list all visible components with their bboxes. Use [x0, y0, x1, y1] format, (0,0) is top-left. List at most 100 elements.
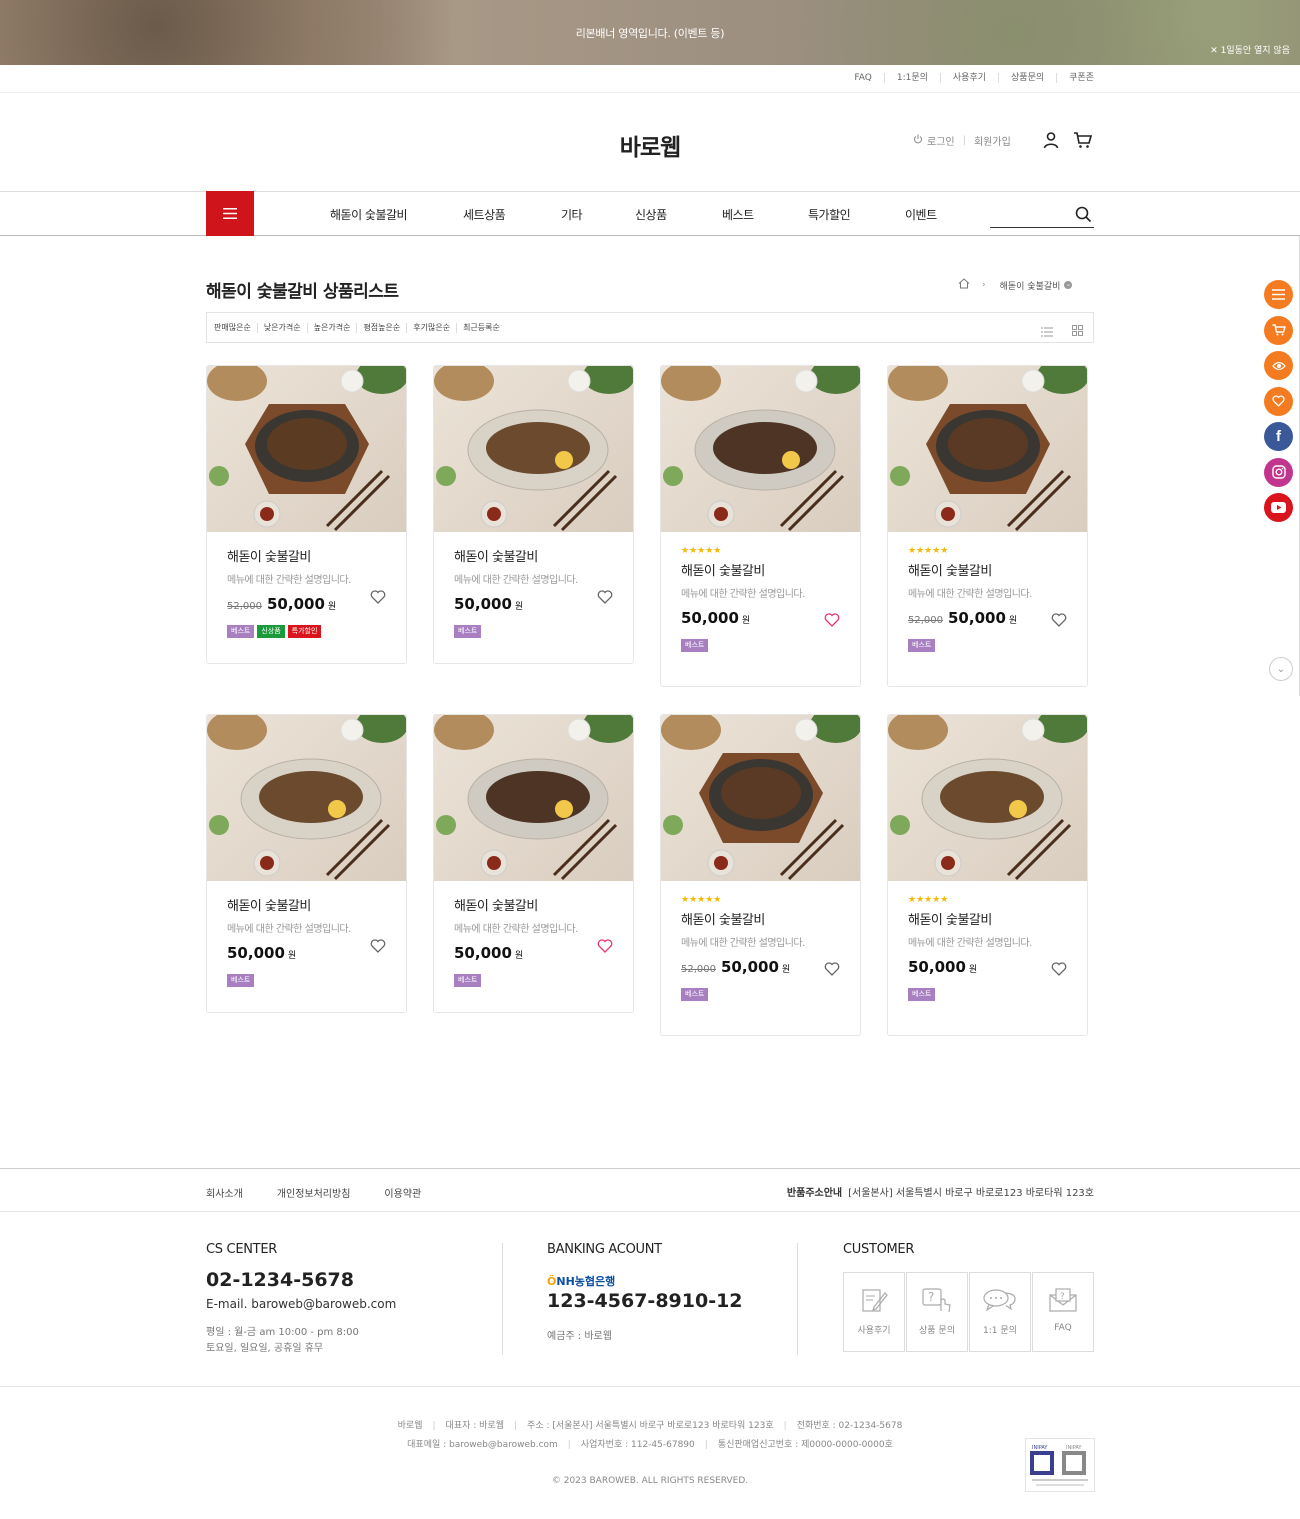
- product-card[interactable]: ★★★★★ 해돋이 숯불갈비 메뉴에 대한 간략한 설명입니다. 50,000 …: [660, 365, 861, 687]
- product-card[interactable]: 해돋이 숯불갈비 메뉴에 대한 간략한 설명입니다. 50,000 원 베스트: [433, 365, 634, 664]
- product-name[interactable]: 해돋이 숯불갈비: [908, 560, 1067, 579]
- product-image[interactable]: [888, 715, 1087, 881]
- scroll-down-button[interactable]: ⌄: [1269, 657, 1293, 681]
- product-image[interactable]: [434, 366, 633, 532]
- heart-icon[interactable]: [1051, 961, 1067, 976]
- heart-icon[interactable]: [597, 938, 613, 953]
- heart-icon[interactable]: [1051, 612, 1067, 627]
- sort-option[interactable]: 최근등록순: [456, 323, 506, 333]
- user-icon[interactable]: [1042, 131, 1062, 151]
- product-badge: 베스트: [454, 625, 482, 638]
- product-name[interactable]: 해돋이 숯불갈비: [908, 909, 1067, 928]
- sort-option[interactable]: 낮은가격순: [256, 323, 307, 333]
- customer-reviews-button[interactable]: 사용후기: [843, 1272, 905, 1352]
- quick-instagram-button[interactable]: [1264, 457, 1293, 487]
- product-info: 해돋이 숯불갈비 메뉴에 대한 간략한 설명입니다. 50,000 원 베스트: [207, 881, 406, 1012]
- currency-label: 원: [514, 951, 524, 961]
- sort-option[interactable]: 높은가격순: [306, 323, 357, 333]
- product-card[interactable]: 해돋이 숯불갈비 메뉴에 대한 간략한 설명입니다. 50,000 원 베스트: [433, 714, 634, 1013]
- nav-item-galbi[interactable]: 해돋이 숯불갈비: [330, 206, 408, 223]
- product-name[interactable]: 해돋이 숯불갈비: [227, 546, 386, 565]
- quick-eye-button[interactable]: [1264, 351, 1293, 380]
- heart-icon[interactable]: [824, 612, 840, 627]
- nav-item-etc[interactable]: 기타: [561, 206, 583, 223]
- list-icon: [1272, 289, 1285, 300]
- address: 주소 : [서울본사] 서울특별시 바로구 바로로123 바로타워 123호: [527, 1421, 774, 1431]
- nav-item-set[interactable]: 세트상품: [463, 206, 506, 223]
- food-illustration: [661, 366, 860, 532]
- nav-item-best[interactable]: 베스트: [722, 206, 754, 223]
- product-card[interactable]: ★★★★★ 해돋이 숯불갈비 메뉴에 대한 간략한 설명입니다. 52,000 …: [660, 714, 861, 1036]
- cart-icon[interactable]: [1073, 131, 1093, 151]
- toplink-reviews[interactable]: 사용후기: [939, 73, 998, 83]
- footer-link-about[interactable]: 회사소개: [206, 1185, 243, 1200]
- product-image[interactable]: [207, 366, 406, 532]
- footer-link-terms[interactable]: 이용약관: [384, 1185, 421, 1200]
- toplink-inquiry[interactable]: 1:1문의: [883, 73, 940, 83]
- product-card[interactable]: 해돋이 숯불갈비 메뉴에 대한 간략한 설명입니다. 50,000 원 베스트: [206, 714, 407, 1013]
- heart-icon[interactable]: [370, 589, 386, 604]
- nav-item-event[interactable]: 이벤트: [905, 206, 937, 223]
- product-badge: 특가할인: [287, 625, 322, 638]
- join-link[interactable]: 회원가입: [974, 133, 1011, 148]
- food-illustration: [207, 366, 406, 532]
- currency-label: 원: [1008, 616, 1018, 626]
- product-description: 메뉴에 대한 간략한 설명입니다.: [681, 938, 805, 949]
- sort-option[interactable]: 판매많은순: [214, 323, 257, 333]
- quick-cart-button[interactable]: [1264, 315, 1293, 345]
- search-input[interactable]: [990, 202, 1094, 228]
- quick-facebook-button[interactable]: f: [1264, 422, 1293, 451]
- nav-item-sale[interactable]: 특가할인: [808, 206, 851, 223]
- product-image[interactable]: [661, 715, 860, 881]
- sort-option[interactable]: 평점높은순: [356, 323, 406, 333]
- product-card[interactable]: 해돋이 숯불갈비 메뉴에 대한 간략한 설명입니다. 52,000 50,000…: [206, 365, 407, 664]
- product-image[interactable]: [434, 715, 633, 881]
- pencil-note-icon: [862, 1289, 888, 1312]
- product-info: ★★★★★ 해돋이 숯불갈비 메뉴에 대한 간략한 설명입니다. 52,000 …: [661, 881, 860, 1035]
- product-card[interactable]: ★★★★★ 해돋이 숯불갈비 메뉴에 대한 간략한 설명입니다. 50,000 …: [887, 714, 1088, 1036]
- product-image[interactable]: [661, 366, 860, 532]
- badge-list: 베스트: [681, 639, 840, 652]
- home-icon[interactable]: [958, 278, 970, 292]
- ribbon-close-button[interactable]: ✕ 1일동안 열지 않음: [1210, 43, 1290, 56]
- rating-stars: ★★★★★: [908, 895, 949, 905]
- sort-option[interactable]: 후기많은순: [406, 323, 456, 333]
- quick-list-button[interactable]: [1264, 280, 1293, 309]
- product-name[interactable]: 해돋이 숯불갈비: [681, 560, 840, 579]
- cs-email: E-mail. baroweb@baroweb.com: [206, 1297, 397, 1311]
- heart-icon[interactable]: [370, 938, 386, 953]
- product-card[interactable]: ★★★★★ 해돋이 숯불갈비 메뉴에 대한 간략한 설명입니다. 52,000 …: [887, 365, 1088, 687]
- hamburger-menu-button[interactable]: [206, 191, 254, 236]
- customer-inquiry-button[interactable]: 1:1 문의: [969, 1272, 1031, 1352]
- inipay-escrow-badge[interactable]: INIPAY INIPAY: [1025, 1438, 1095, 1492]
- product-image[interactable]: [207, 715, 406, 881]
- customer-product-qna-button[interactable]: ? 상품 문의: [906, 1272, 968, 1352]
- business-number: 사업자번호 : 112-45-67890: [580, 1440, 695, 1450]
- quick-youtube-button[interactable]: [1264, 493, 1293, 522]
- toplink-product-qna[interactable]: 상품문의: [998, 73, 1056, 83]
- customer-label: 사용후기: [857, 1326, 891, 1336]
- nav-item-new[interactable]: 신상품: [635, 206, 667, 223]
- quick-heart-button[interactable]: [1264, 386, 1293, 416]
- toplink-faq[interactable]: FAQ: [842, 73, 883, 83]
- product-image[interactable]: [888, 366, 1087, 532]
- heart-icon[interactable]: [824, 961, 840, 976]
- heart-icon[interactable]: [597, 589, 613, 604]
- product-name[interactable]: 해돋이 숯불갈비: [454, 546, 613, 565]
- ribbon-banner[interactable]: 리본배너 영역입니다. (이벤트 등) ✕ 1일동안 열지 않음: [0, 0, 1300, 65]
- ceo: 대표자 : 바로웹: [445, 1421, 504, 1431]
- sale-price: 50,000: [227, 944, 285, 962]
- breadcrumb-current[interactable]: 해돋이 숯불갈비: [1000, 279, 1061, 292]
- login-link[interactable]: 로그인: [927, 133, 955, 148]
- site-logo[interactable]: 바로웹: [0, 128, 1300, 162]
- bank-logo-icon: Ö: [547, 1275, 557, 1288]
- customer-faq-button[interactable]: ? FAQ: [1032, 1272, 1094, 1352]
- product-name[interactable]: 해돋이 숯불갈비: [681, 909, 840, 928]
- toplink-coupon[interactable]: 쿠폰존: [1056, 73, 1094, 83]
- chevron-down-icon[interactable]: ⌄: [1064, 281, 1073, 289]
- product-name[interactable]: 해돋이 숯불갈비: [454, 895, 613, 914]
- product-name[interactable]: 해돋이 숯불갈비: [227, 895, 386, 914]
- footer-link-privacy[interactable]: 개인정보처리방침: [277, 1185, 351, 1200]
- list-view-icon[interactable]: [1041, 322, 1053, 341]
- grid-view-icon[interactable]: [1072, 321, 1083, 340]
